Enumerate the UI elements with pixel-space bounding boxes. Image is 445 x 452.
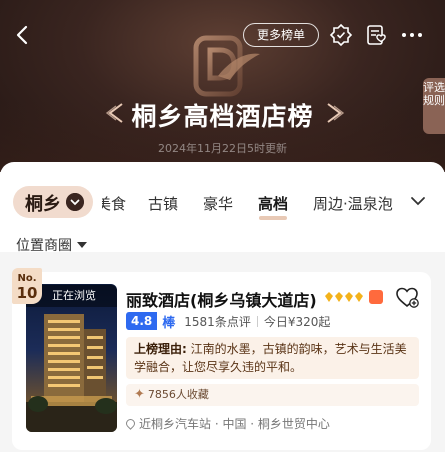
reason-box: 上榜理由: 江南的水墨，古镇的韵味，艺术与生活美学融合，让您尽享久违的平和。 bbox=[126, 337, 419, 379]
price-today: 今日¥320起 bbox=[263, 314, 331, 329]
promo-icon bbox=[369, 290, 383, 304]
expand-chevron-icon[interactable] bbox=[410, 193, 426, 209]
location-filter[interactable]: 位置商圈 bbox=[16, 235, 87, 255]
rules-tab[interactable]: 评选规则 bbox=[423, 78, 445, 134]
hotel-name[interactable]: 丽致酒店(桐乡乌镇大道店) bbox=[126, 287, 317, 311]
caret-down-icon bbox=[77, 242, 87, 248]
location-text: 近桐乡汽车站 · 中国 · 桐乡世贸中心 bbox=[139, 417, 330, 431]
tab-upscale[interactable]: 高档 bbox=[258, 193, 288, 214]
diamond-rating-icon bbox=[325, 292, 363, 302]
category-tabbar: 桐乡 美食 古镇 豪华 高档 周边·温泉泡 位置商圈 bbox=[0, 162, 445, 255]
city-selector[interactable]: 桐乡 bbox=[13, 186, 93, 218]
back-arrow-icon[interactable] bbox=[12, 24, 34, 46]
favorites-count: 7856人收藏 bbox=[147, 388, 209, 401]
rank-badge: No. 10 bbox=[12, 268, 42, 304]
city-label: 桐乡 bbox=[25, 194, 61, 215]
hotel-card[interactable]: 正在浏览 No. 10 丽致酒店(桐乡乌镇大道店) 4.8 棒 1581条点评 … bbox=[12, 268, 431, 450]
reason-label: 上榜理由: bbox=[134, 342, 187, 356]
rank-number: 10 bbox=[16, 284, 38, 302]
rank-header: 更多榜单 桐乡高档酒店榜 2024年11月22日5时更新 评选规则 bbox=[0, 0, 445, 172]
tab-luxury[interactable]: 豪华 bbox=[203, 193, 233, 214]
heart-add-icon[interactable] bbox=[395, 286, 419, 308]
divider bbox=[256, 315, 258, 327]
laurel-right-icon bbox=[327, 103, 345, 123]
tab-hot-spring[interactable]: 周边·温泉泡 bbox=[313, 193, 393, 214]
more-dots-icon[interactable] bbox=[400, 23, 424, 47]
page-title: 桐乡高档酒店榜 bbox=[131, 102, 314, 131]
rating-row: 4.8 棒 1581条点评 今日¥320起 bbox=[126, 312, 331, 331]
rank-prefix: No. bbox=[17, 273, 37, 284]
tab-old-town[interactable]: 古镇 bbox=[148, 193, 178, 214]
favorite-list-icon[interactable] bbox=[364, 23, 388, 47]
chevron-down-icon bbox=[66, 193, 84, 211]
active-tab-indicator bbox=[259, 216, 287, 220]
more-lists-button[interactable]: 更多榜单 bbox=[243, 23, 319, 47]
score-badge: 4.8 bbox=[126, 312, 158, 330]
review-count[interactable]: 1581条点评 bbox=[184, 313, 251, 330]
update-time: 2024年11月22日5时更新 bbox=[158, 142, 287, 155]
filter-label: 位置商圈 bbox=[16, 238, 72, 254]
score-word: 棒 bbox=[162, 315, 176, 331]
tab-food[interactable]: 美食 bbox=[102, 193, 126, 214]
badge-icon[interactable] bbox=[329, 23, 353, 47]
hotel-location: 近桐乡汽车站 · 中国 · 桐乡世贸中心 bbox=[124, 415, 330, 432]
location-pin-icon bbox=[124, 417, 137, 430]
favorites-row: ✦ 7856人收藏 bbox=[126, 384, 419, 406]
sparkle-icon: ✦ bbox=[134, 387, 145, 402]
